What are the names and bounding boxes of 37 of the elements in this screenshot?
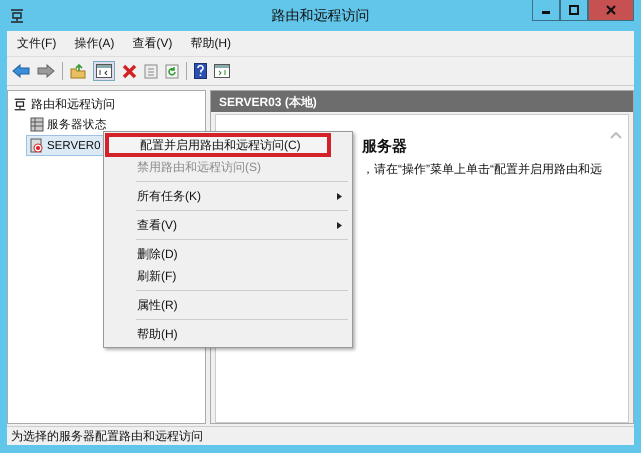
- close-button[interactable]: [588, 0, 634, 21]
- tree-item[interactable]: 服务器状态: [26, 114, 111, 135]
- instruction-text: ，请在“操作”菜单上单击“配置并启用路由和远: [362, 161, 602, 178]
- menu-item[interactable]: 配置并启用路由和远程访问(C): [106, 134, 330, 156]
- maximize-button[interactable]: [560, 0, 588, 21]
- tree-label: SERVER0: [47, 140, 100, 152]
- section-heading: 服务器: [362, 137, 407, 156]
- document-icon[interactable]: [144, 64, 158, 78]
- menu-item[interactable]: 文件(F): [17, 35, 56, 52]
- tree-label: 服务器状态: [47, 118, 107, 132]
- panel-icon[interactable]: [96, 64, 112, 78]
- window-title: 路由和远程访问: [270, 7, 370, 25]
- status-bar: 为选择的服务器配置路由和远程访问: [7, 426, 634, 445]
- tree-item[interactable]: 路由和远程访问: [10, 95, 118, 114]
- menu-item[interactable]: 查看(V): [106, 214, 350, 236]
- menu-item[interactable]: 所有任务(K): [106, 185, 350, 207]
- panel-header: SERVER03 (本地): [211, 91, 633, 112]
- menu-item[interactable]: 操作(A): [74, 35, 114, 52]
- help-icon[interactable]: [194, 63, 207, 79]
- menu-item[interactable]: 帮助(H): [106, 323, 350, 345]
- refresh-icon[interactable]: [165, 64, 179, 78]
- panel-icon[interactable]: [214, 64, 230, 78]
- minimize-button[interactable]: [532, 0, 560, 21]
- menu-item[interactable]: 属性(R): [106, 294, 350, 316]
- folder-up-icon[interactable]: [70, 64, 86, 78]
- close-icon: [606, 5, 616, 15]
- forward-arrow-icon[interactable]: [37, 64, 55, 78]
- tree-label: 路由和远程访问: [31, 96, 115, 113]
- menu-item[interactable]: 查看(V): [132, 35, 172, 52]
- maximize-icon: [569, 5, 579, 15]
- app-icon: [9, 8, 25, 22]
- menu-item[interactable]: 删除(D): [106, 243, 350, 265]
- back-arrow-icon[interactable]: [12, 64, 30, 78]
- delete-icon[interactable]: [122, 64, 137, 78]
- menu-item[interactable]: 帮助(H): [190, 35, 231, 52]
- menu-item[interactable]: 刷新(F): [106, 265, 350, 287]
- app-icon: [13, 98, 27, 111]
